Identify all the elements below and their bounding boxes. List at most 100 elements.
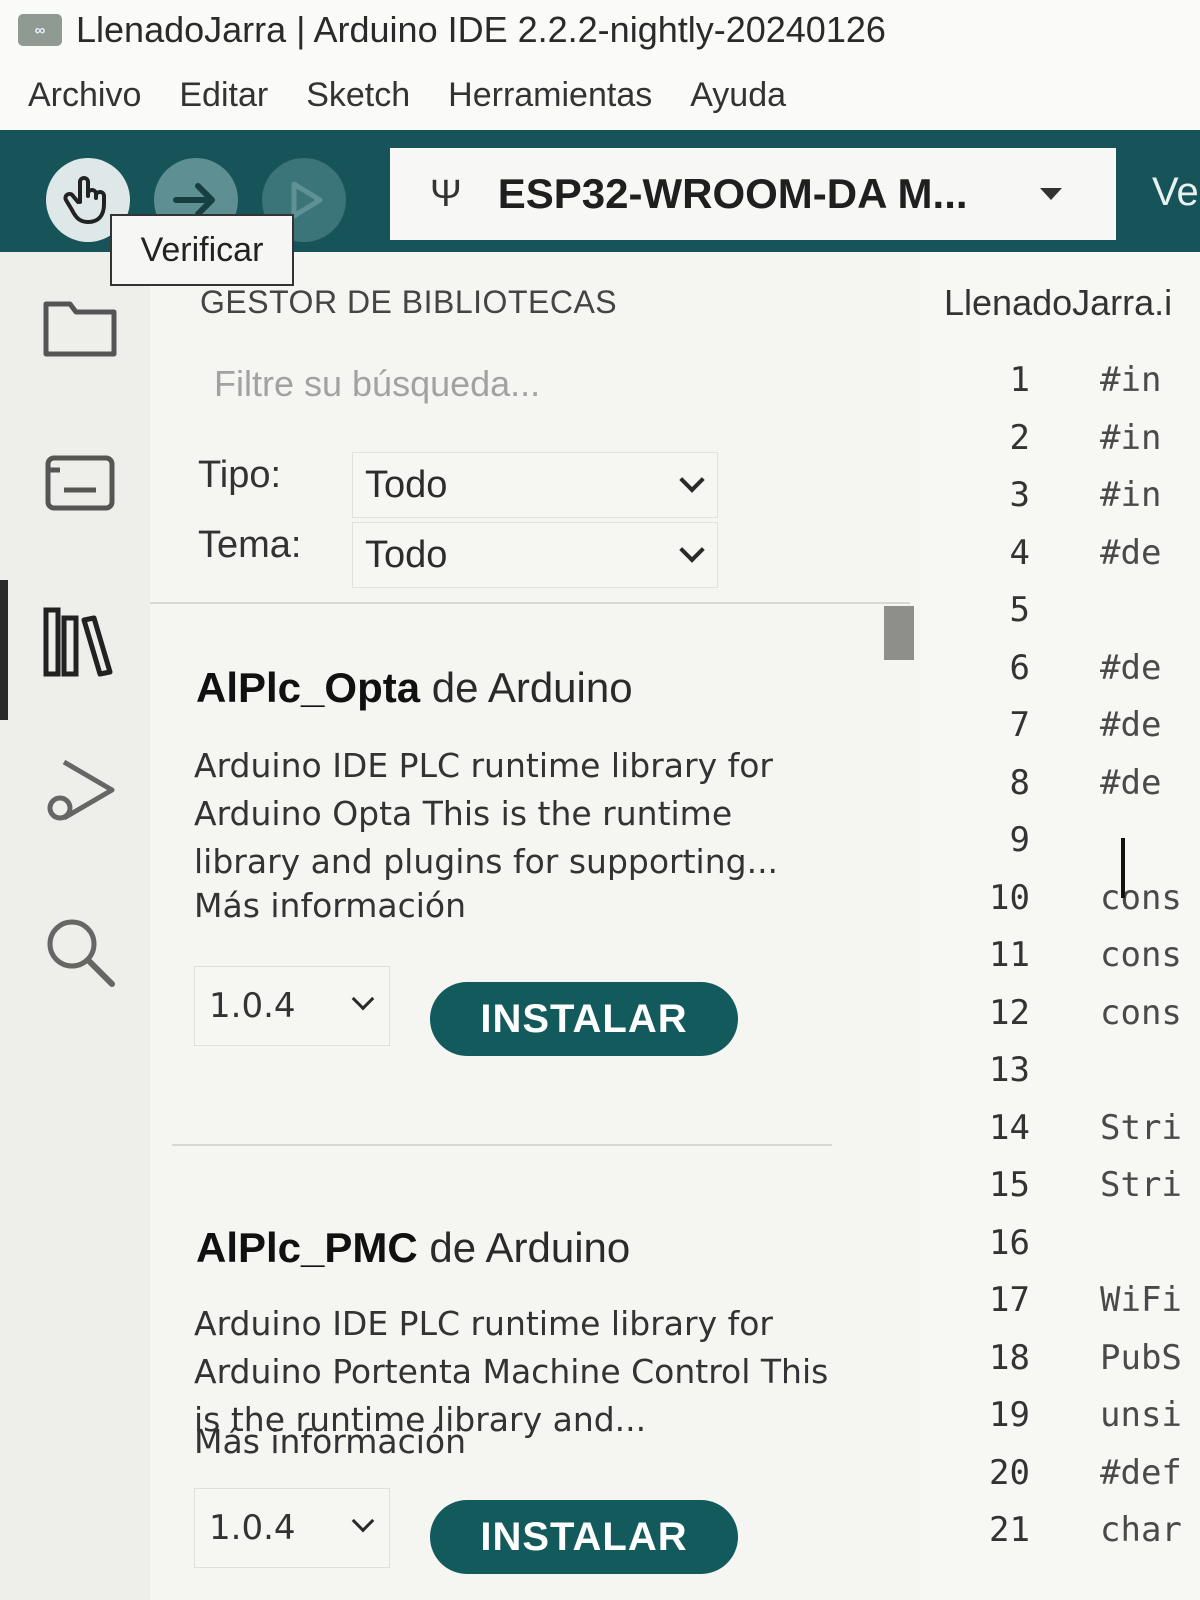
hand-pointer-icon [63, 176, 106, 224]
code-line[interactable]: 9 [920, 820, 1200, 876]
debug-icon [47, 759, 115, 821]
filter-divider [150, 602, 910, 604]
text-cursor [1121, 838, 1125, 898]
code-text: PubS [1100, 1337, 1182, 1378]
line-number: 5 [1009, 590, 1030, 630]
library-title: AlPlc_PMC de Arduino [196, 1224, 630, 1272]
code-line[interactable]: 18 PubS [920, 1338, 1200, 1394]
chevron-down-icon [679, 537, 705, 563]
code-line[interactable]: 1 #in [920, 360, 1200, 416]
code-line[interactable]: 3 #in [920, 475, 1200, 531]
activity-bar [0, 252, 150, 1600]
arduino-logo-icon: ∞ [18, 14, 62, 46]
code-text: #in [1100, 475, 1162, 515]
code-text: #de [1100, 532, 1162, 573]
line-number: 15 [989, 1165, 1030, 1205]
topic-filter-value: Todo [365, 533, 448, 576]
line-number: 18 [989, 1337, 1030, 1378]
search-sidebar-button[interactable] [40, 912, 120, 992]
line-number: 6 [1009, 647, 1030, 688]
code-line[interactable]: 4 #de [920, 533, 1200, 589]
line-number: 3 [1009, 475, 1030, 515]
code-line[interactable]: 2 #in [920, 418, 1200, 474]
menu-sketch[interactable]: Sketch [306, 76, 410, 115]
version-value: 1.0.4 [209, 1508, 296, 1548]
code-text: #def [1100, 1452, 1182, 1493]
more-info-link[interactable]: Más información [194, 886, 466, 925]
version-value: 1.0.4 [209, 986, 296, 1026]
library-search-input[interactable] [194, 352, 894, 416]
library-name: AlPlc_Opta [196, 664, 421, 711]
board-selector[interactable]: Ψ ESP32-WROOM-DA M... [390, 148, 1116, 240]
topic-filter-label: Tema: [198, 524, 302, 566]
type-filter-label: Tipo: [198, 454, 282, 496]
type-filter-select[interactable]: Todo [352, 452, 718, 518]
code-line[interactable]: 17 WiFi [920, 1280, 1200, 1336]
panel-title: GESTOR DE BIBLIOTECAS [200, 284, 618, 320]
line-number: 13 [989, 1050, 1030, 1090]
library-icon [43, 607, 113, 677]
library-manager-panel: GESTOR DE BIBLIOTECAS Tipo: Todo Tema: T… [150, 252, 920, 1600]
menu-ayuda[interactable]: Ayuda [690, 76, 786, 115]
menu-archivo[interactable]: Archivo [28, 76, 141, 115]
code-text: Stri [1100, 1165, 1182, 1205]
menu-herramientas[interactable]: Herramientas [448, 76, 652, 115]
library-manager-button[interactable] [40, 602, 120, 682]
code-line[interactable]: 19 unsi [920, 1395, 1200, 1451]
editor-tab[interactable]: LlenadoJarra.i [944, 282, 1172, 324]
code-line[interactable]: 11 cons [920, 935, 1200, 991]
library-name: AlPlc_PMC [196, 1224, 418, 1271]
more-info-link[interactable]: Más información [194, 1422, 466, 1461]
code-text: char [1100, 1510, 1182, 1550]
chevron-down-icon [351, 987, 375, 1011]
line-number: 17 [989, 1280, 1030, 1320]
code-line[interactable]: 15 Stri [920, 1165, 1200, 1221]
code-line[interactable]: 12 cons [920, 993, 1200, 1049]
code-line[interactable]: 13 [920, 1050, 1200, 1106]
code-line[interactable]: 14 Stri [920, 1108, 1200, 1164]
library-divider [172, 1144, 832, 1146]
version-select[interactable]: 1.0.4 [194, 966, 390, 1046]
code-text: #de [1100, 762, 1162, 803]
line-number: 21 [989, 1510, 1030, 1550]
line-number: 19 [989, 1395, 1030, 1435]
board-name: ESP32-WROOM-DA M... [497, 170, 968, 217]
line-number: 14 [989, 1107, 1030, 1148]
toolbar-right-partial[interactable]: Ve [1152, 170, 1199, 215]
version-select[interactable]: 1.0.4 [194, 1488, 390, 1568]
code-line[interactable]: 20 #def [920, 1453, 1200, 1509]
code-line[interactable]: 6 #de [920, 648, 1200, 704]
code-editor[interactable]: LlenadoJarra.i 1 #in 2 #in 3 #in 4 #de 5 6 #de 7 #de… [920, 252, 1200, 1600]
code-text: #in [1100, 360, 1162, 400]
topic-filter-select[interactable]: Todo [352, 522, 718, 588]
verify-tooltip: Verificar [110, 214, 294, 286]
chevron-down-icon [1040, 188, 1062, 200]
boards-manager-button[interactable] [40, 442, 120, 522]
code-line[interactable]: 10 cons [920, 878, 1200, 934]
panel-scrollbar[interactable] [884, 606, 914, 660]
debug-sidebar-button[interactable] [40, 752, 120, 832]
code-line[interactable]: 7 #de [920, 705, 1200, 761]
line-number: 16 [989, 1222, 1030, 1263]
code-line[interactable]: 5 [920, 590, 1200, 646]
code-text: #de [1100, 705, 1162, 745]
line-number: 11 [989, 935, 1030, 975]
code-text: cons [1100, 877, 1182, 918]
line-number: 1 [1009, 360, 1030, 400]
install-button[interactable]: INSTALAR [430, 982, 738, 1056]
code-text: #in [1100, 417, 1162, 458]
code-line[interactable]: 16 [920, 1223, 1200, 1279]
code-line[interactable]: 21 char [920, 1510, 1200, 1566]
folder-icon [43, 301, 117, 357]
line-number: 7 [1009, 705, 1030, 745]
title-bar: ∞ LlenadoJarra | Arduino IDE 2.2.2-night… [0, 0, 1200, 60]
code-line[interactable]: 8 #de [920, 763, 1200, 819]
library-title: AlPlc_Opta de Arduino [196, 664, 633, 712]
chevron-down-icon [351, 1509, 375, 1533]
install-button[interactable]: INSTALAR [430, 1500, 738, 1574]
active-indicator [0, 580, 8, 720]
menu-editar[interactable]: Editar [179, 76, 268, 115]
line-number: 20 [989, 1452, 1030, 1493]
sketchbook-button[interactable] [40, 286, 120, 366]
search-icon [47, 919, 115, 987]
